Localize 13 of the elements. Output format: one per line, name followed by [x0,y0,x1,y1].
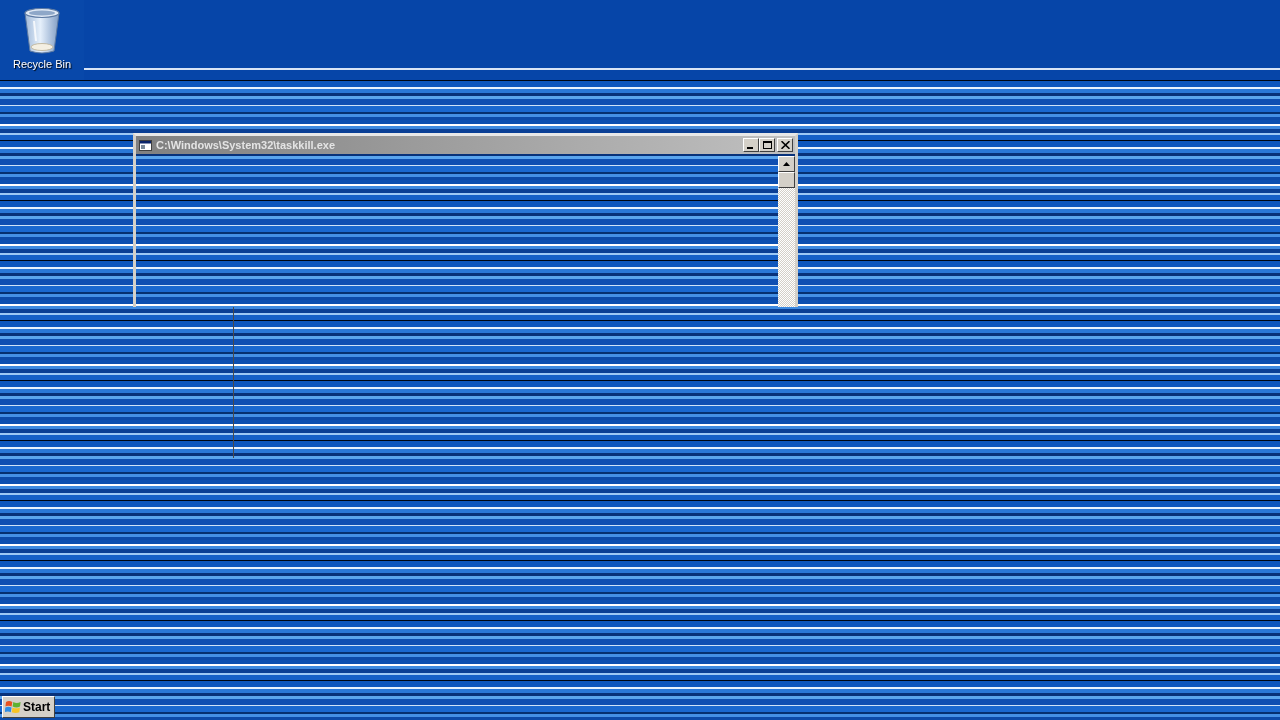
minimize-icon [747,146,753,149]
start-button[interactable]: Start [2,696,56,718]
scroll-up-button[interactable] [778,156,795,172]
close-icon [780,141,790,149]
scrollbar[interactable] [778,156,795,307]
desktop-shortcut[interactable]: Recycle Bin [10,7,74,70]
up-arrow-icon [783,162,790,166]
trash-bin-icon [22,7,62,55]
scrollbar-thumb[interactable] [778,172,795,188]
windows-flag-icon [5,700,21,714]
window-title: C:\Windows\System32\taskkill.exe [156,139,336,151]
console-window-icon [139,139,152,151]
maximize-icon [762,141,772,149]
